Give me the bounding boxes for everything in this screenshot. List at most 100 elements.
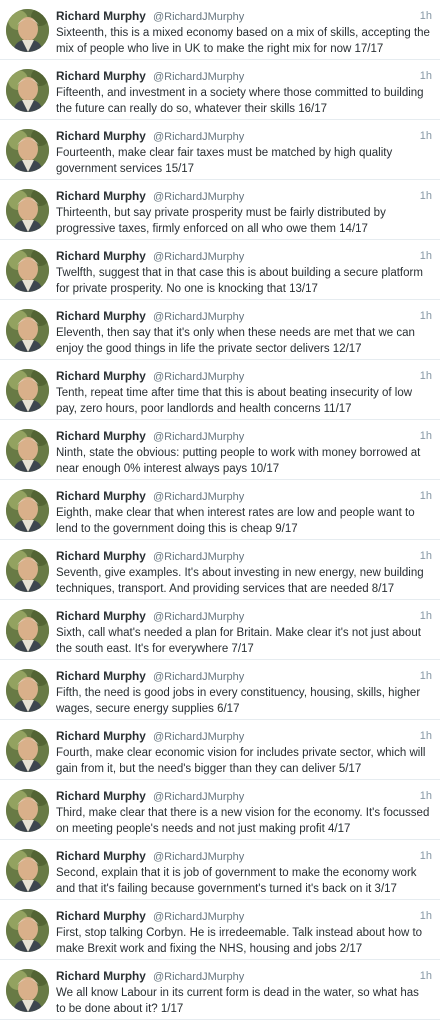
author-handle[interactable]: @RichardJMurphy — [153, 191, 244, 203]
tweet[interactable]: Richard Murphy @RichardJMurphy 1h Ninth,… — [0, 420, 440, 480]
tweet-header: Richard Murphy @RichardJMurphy 1h — [56, 189, 432, 204]
tweet[interactable]: Richard Murphy @RichardJMurphy 1h Fourte… — [0, 120, 440, 180]
tweet[interactable]: Richard Murphy @RichardJMurphy 1h Fiftee… — [0, 60, 440, 120]
author-name[interactable]: Richard Murphy — [56, 369, 146, 383]
avatar[interactable] — [6, 9, 49, 52]
avatar[interactable] — [6, 669, 49, 712]
tweet-time[interactable]: 1h — [420, 249, 432, 264]
author-handle[interactable]: @RichardJMurphy — [153, 311, 244, 323]
tweet-time[interactable]: 1h — [420, 189, 432, 204]
tweet[interactable]: Richard Murphy @RichardJMurphy 1h Thirte… — [0, 180, 440, 240]
author-handle[interactable]: @RichardJMurphy — [153, 371, 244, 383]
tweet-time[interactable]: 1h — [420, 969, 432, 984]
author-handle[interactable]: @RichardJMurphy — [153, 851, 244, 863]
tweet-header: Richard Murphy @RichardJMurphy 1h — [56, 309, 432, 324]
author-name[interactable]: Richard Murphy — [56, 549, 146, 563]
tweet-timeline: Richard Murphy @RichardJMurphy 1h Sixtee… — [0, 0, 440, 1024]
author-handle[interactable]: @RichardJMurphy — [153, 491, 244, 503]
author-name[interactable]: Richard Murphy — [56, 309, 146, 323]
avatar[interactable] — [6, 969, 49, 1012]
tweet[interactable]: Richard Murphy @RichardJMurphy 1h Fourth… — [0, 720, 440, 780]
avatar[interactable] — [6, 429, 49, 472]
tweet-header: Richard Murphy @RichardJMurphy 1h — [56, 729, 432, 744]
avatar[interactable] — [6, 789, 49, 832]
tweet-text: Tenth, repeat time after time that this … — [56, 387, 413, 415]
author-handle[interactable]: @RichardJMurphy — [153, 971, 244, 983]
avatar[interactable] — [6, 489, 49, 532]
author-name[interactable]: Richard Murphy — [56, 969, 146, 983]
author-handle[interactable]: @RichardJMurphy — [153, 71, 244, 83]
tweet-time[interactable]: 1h — [420, 309, 432, 324]
author-name[interactable]: Richard Murphy — [56, 69, 146, 83]
author-handle[interactable]: @RichardJMurphy — [153, 431, 244, 443]
avatar[interactable] — [6, 189, 49, 232]
author-name[interactable]: Richard Murphy — [56, 129, 146, 143]
author-name[interactable]: Richard Murphy — [56, 249, 146, 263]
avatar[interactable] — [6, 69, 49, 112]
tweet[interactable]: Richard Murphy @RichardJMurphy 1h Fifth,… — [0, 660, 440, 720]
tweet-time[interactable]: 1h — [420, 69, 432, 84]
tweet-header: Richard Murphy @RichardJMurphy 1h — [56, 609, 432, 624]
author-handle[interactable]: @RichardJMurphy — [153, 731, 244, 743]
avatar[interactable] — [6, 909, 49, 952]
tweet-text: Ninth, state the obvious: putting people… — [56, 447, 421, 475]
tweet-time[interactable]: 1h — [420, 489, 432, 504]
tweet-time[interactable]: 1h — [420, 729, 432, 744]
author-name[interactable]: Richard Murphy — [56, 429, 146, 443]
tweet-time[interactable]: 1h — [420, 789, 432, 804]
tweet[interactable]: Richard Murphy @RichardJMurphy 1h Eleven… — [0, 300, 440, 360]
avatar[interactable] — [6, 309, 49, 352]
tweet-text: We all know Labour in its current form i… — [56, 987, 419, 1015]
author-handle[interactable]: @RichardJMurphy — [153, 131, 244, 143]
tweet-time[interactable]: 1h — [420, 429, 432, 444]
tweet-time[interactable]: 1h — [420, 369, 432, 384]
avatar[interactable] — [6, 849, 49, 892]
author-name[interactable]: Richard Murphy — [56, 609, 146, 623]
avatar[interactable] — [6, 369, 49, 412]
author-handle[interactable]: @RichardJMurphy — [153, 671, 244, 683]
tweet-text: First, stop talking Corbyn. He is irrede… — [56, 927, 423, 955]
avatar[interactable] — [6, 129, 49, 172]
tweet[interactable]: Richard Murphy @RichardJMurphy 1h Tenth,… — [0, 360, 440, 420]
tweet[interactable]: Richard Murphy @RichardJMurphy 1h First,… — [0, 900, 440, 960]
tweet[interactable]: Richard Murphy @RichardJMurphy 1h Eighth… — [0, 480, 440, 540]
author-handle[interactable]: @RichardJMurphy — [153, 11, 244, 23]
avatar[interactable] — [6, 609, 49, 652]
tweet[interactable]: Richard Murphy @RichardJMurphy 1h We all… — [0, 960, 440, 1020]
author-name[interactable]: Richard Murphy — [56, 909, 146, 923]
tweet[interactable]: Richard Murphy @RichardJMurphy 1h Sevent… — [0, 540, 440, 600]
author-handle[interactable]: @RichardJMurphy — [153, 791, 244, 803]
tweet-header: Richard Murphy @RichardJMurphy 1h — [56, 489, 432, 504]
author-name[interactable]: Richard Murphy — [56, 669, 146, 683]
author-name[interactable]: Richard Murphy — [56, 489, 146, 503]
tweet-time[interactable]: 1h — [420, 609, 432, 624]
tweet-time[interactable]: 1h — [420, 9, 432, 24]
tweet-time[interactable]: 1h — [420, 669, 432, 684]
author-handle[interactable]: @RichardJMurphy — [153, 551, 244, 563]
tweet-time[interactable]: 1h — [420, 909, 432, 924]
tweet-header: Richard Murphy @RichardJMurphy 1h — [56, 669, 432, 684]
tweet[interactable]: Richard Murphy @RichardJMurphy 1h Second… — [0, 840, 440, 900]
author-name[interactable]: Richard Murphy — [56, 189, 146, 203]
tweet-time[interactable]: 1h — [420, 549, 432, 564]
tweet-header: Richard Murphy @RichardJMurphy 1h — [56, 549, 432, 564]
author-name[interactable]: Richard Murphy — [56, 789, 146, 803]
author-name[interactable]: Richard Murphy — [56, 729, 146, 743]
avatar[interactable] — [6, 549, 49, 592]
tweet[interactable]: Richard Murphy @RichardJMurphy 1h Third,… — [0, 780, 440, 840]
tweet-time[interactable]: 1h — [420, 849, 432, 864]
tweet-time[interactable]: 1h — [420, 129, 432, 144]
author-handle[interactable]: @RichardJMurphy — [153, 251, 244, 263]
author-name[interactable]: Richard Murphy — [56, 849, 146, 863]
tweet-header: Richard Murphy @RichardJMurphy 1h — [56, 969, 432, 984]
author-name[interactable]: Richard Murphy — [56, 9, 146, 23]
tweet[interactable]: Richard Murphy @RichardJMurphy 1h Sixth,… — [0, 600, 440, 660]
tweet[interactable]: Richard Murphy @RichardJMurphy 1h Twelft… — [0, 240, 440, 300]
avatar[interactable] — [6, 729, 49, 772]
avatar[interactable] — [6, 249, 49, 292]
author-handle[interactable]: @RichardJMurphy — [153, 911, 244, 923]
tweet-text: Eleventh, then say that it's only when t… — [56, 327, 415, 355]
tweet-text: Seventh, give examples. It's about inves… — [56, 567, 424, 595]
author-handle[interactable]: @RichardJMurphy — [153, 611, 244, 623]
tweet[interactable]: Richard Murphy @RichardJMurphy 1h Sixtee… — [0, 0, 440, 60]
